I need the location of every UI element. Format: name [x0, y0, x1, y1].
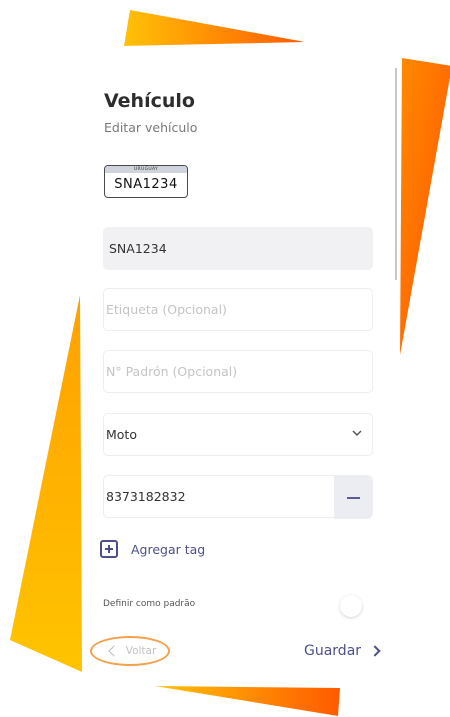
padron-input-placeholder: N° Padrón (Opcional) [106, 364, 238, 379]
plate-field-value: SNA1234 [109, 241, 167, 256]
add-tag-label: Agregar tag [131, 541, 206, 557]
page-title: Vehículo [104, 90, 195, 112]
save-button[interactable]: Guardar [304, 643, 381, 659]
tag-field[interactable]: 8373182832 [103, 475, 373, 519]
chevron-right-icon [369, 645, 381, 657]
minus-icon [346, 496, 360, 499]
left-stripe [10, 295, 82, 672]
right-stripe [400, 58, 450, 355]
vehicle-type-value: Moto [106, 427, 137, 442]
default-toggle-label: Definir como padrão [103, 599, 196, 609]
label-input[interactable]: Etiqueta (Opcional) [103, 288, 373, 331]
add-tag-button[interactable]: Agregar tag [100, 540, 205, 558]
plate-country: URUGUAY [105, 166, 187, 173]
back-label: Voltar [125, 645, 157, 657]
plate-number: SNA1234 [114, 177, 178, 192]
save-label: Guardar [304, 643, 362, 659]
scrollbar[interactable] [395, 68, 397, 280]
padron-input[interactable]: N° Padrón (Opcional) [103, 350, 373, 393]
bottom-stripe [155, 686, 340, 716]
chevron-down-icon [352, 430, 362, 437]
vehicle-type-select[interactable]: Moto [103, 413, 373, 456]
vehicle-edit-card: Vehículo Editar vehículo URUGUAY SNA1234… [82, 68, 398, 680]
default-toggle[interactable] [340, 595, 362, 617]
top-stripe [124, 10, 305, 46]
plus-square-icon [100, 540, 118, 558]
license-plate-preview: URUGUAY SNA1234 [104, 165, 188, 198]
plate-field[interactable]: SNA1234 [103, 227, 373, 270]
page-subtitle: Editar vehículo [104, 120, 198, 135]
tag-field-value: 8373182832 [106, 489, 186, 504]
label-input-placeholder: Etiqueta (Opcional) [106, 302, 227, 317]
remove-tag-button[interactable] [334, 476, 372, 519]
back-button[interactable]: Voltar [90, 636, 170, 666]
chevron-left-icon [108, 645, 120, 657]
